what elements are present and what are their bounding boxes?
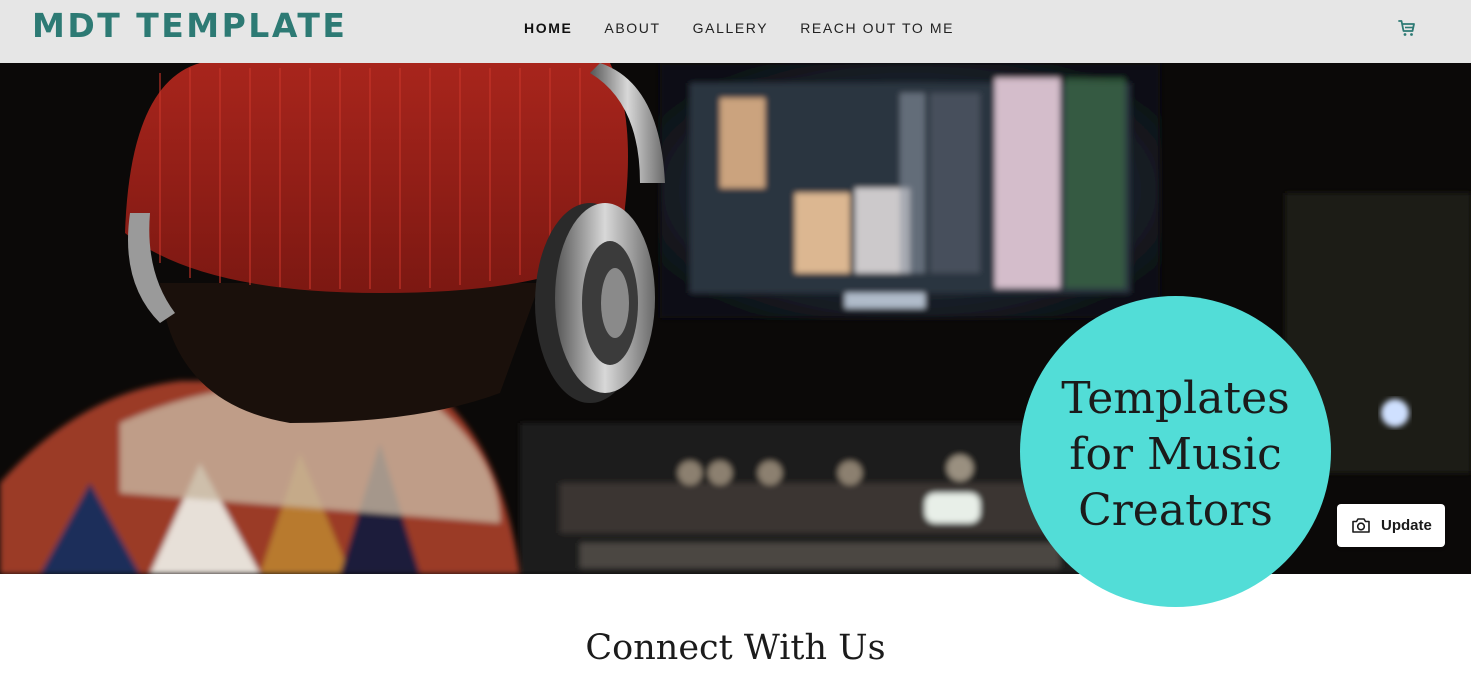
cart-icon[interactable] [1397,18,1417,38]
site-header: MDT TEMPLATE HOME ABOUT GALLERY REACH OU… [0,0,1471,63]
update-image-button[interactable]: Update [1337,504,1445,547]
nav-reach-out[interactable]: REACH OUT TO ME [800,20,954,36]
main-nav: HOME ABOUT GALLERY REACH OUT TO ME [524,20,986,36]
nav-gallery[interactable]: GALLERY [693,20,769,36]
section-title: Connect With Us [585,628,886,668]
hero-headline-badge: Templates for Music Creators [1020,296,1331,607]
nav-home[interactable]: HOME [524,20,572,36]
camera-icon [1351,517,1371,534]
nav-about[interactable]: ABOUT [604,20,660,36]
hero-headline: Templates for Music Creators [1061,372,1290,536]
update-button-label: Update [1381,517,1432,534]
site-logo[interactable]: MDT TEMPLATE [32,6,347,45]
